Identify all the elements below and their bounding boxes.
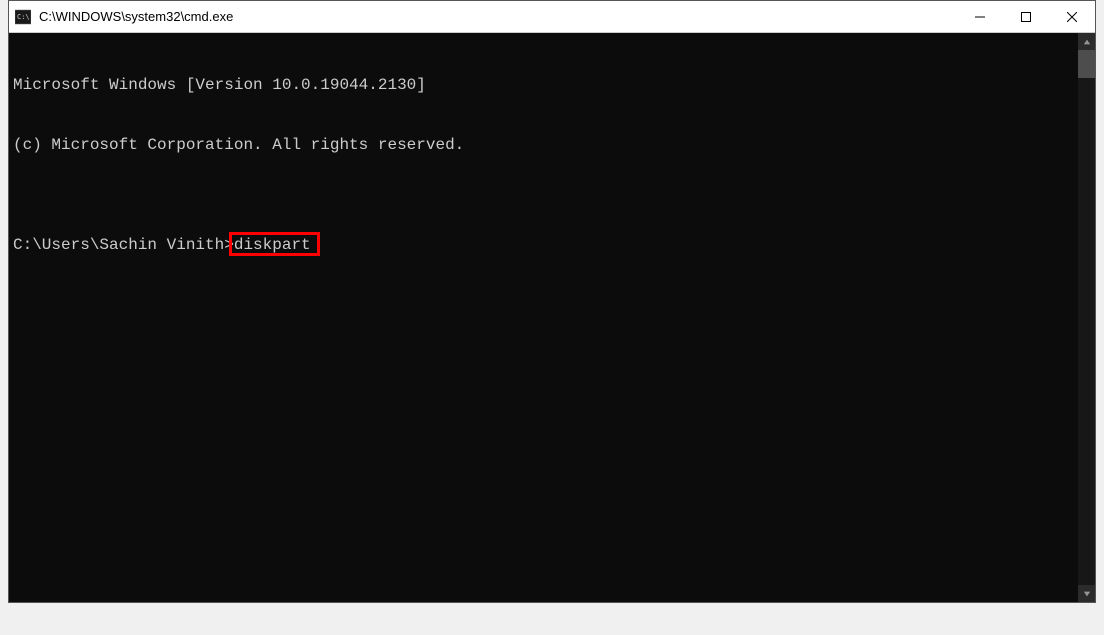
copyright-line: (c) Microsoft Corporation. All rights re…: [13, 135, 1074, 155]
scroll-thumb[interactable]: [1078, 50, 1095, 78]
scroll-up-button[interactable]: [1078, 33, 1095, 50]
window-controls: [957, 1, 1095, 32]
terminal-area: Microsoft Windows [Version 10.0.19044.21…: [9, 33, 1095, 602]
cmd-icon: C:\: [15, 9, 31, 25]
scroll-track[interactable]: [1078, 50, 1095, 585]
minimize-button[interactable]: [957, 1, 1003, 32]
window-title: C:\WINDOWS\system32\cmd.exe: [39, 9, 957, 24]
titlebar[interactable]: C:\ C:\WINDOWS\system32\cmd.exe: [9, 1, 1095, 33]
cmd-window: C:\ C:\WINDOWS\system32\cmd.exe Microsof…: [8, 0, 1096, 603]
version-line: Microsoft Windows [Version 10.0.19044.21…: [13, 75, 1074, 95]
close-button[interactable]: [1049, 1, 1095, 32]
prompt-line: C:\Users\Sachin Vinith>diskpart: [13, 235, 1074, 255]
command-input[interactable]: diskpart: [234, 236, 311, 254]
svg-text:C:\: C:\: [17, 13, 30, 21]
prompt: C:\Users\Sachin Vinith>: [13, 236, 234, 254]
vertical-scrollbar[interactable]: [1078, 33, 1095, 602]
maximize-button[interactable]: [1003, 1, 1049, 32]
scroll-down-button[interactable]: [1078, 585, 1095, 602]
terminal[interactable]: Microsoft Windows [Version 10.0.19044.21…: [9, 33, 1078, 602]
